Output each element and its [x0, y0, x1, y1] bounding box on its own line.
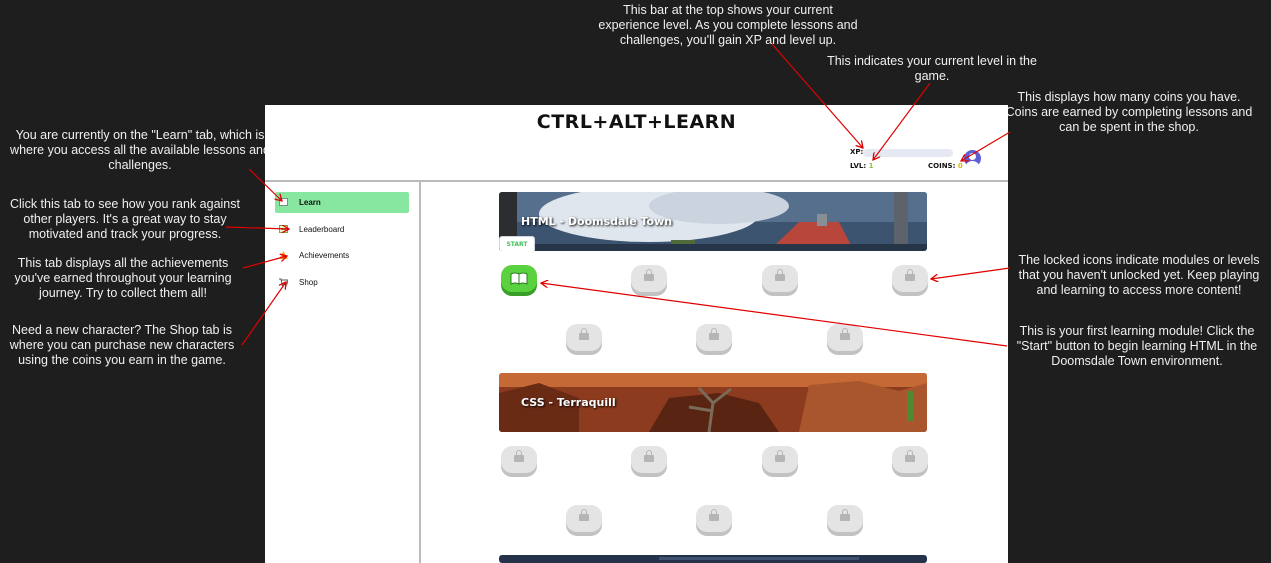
- annotation-arrows: [225, 43, 1011, 347]
